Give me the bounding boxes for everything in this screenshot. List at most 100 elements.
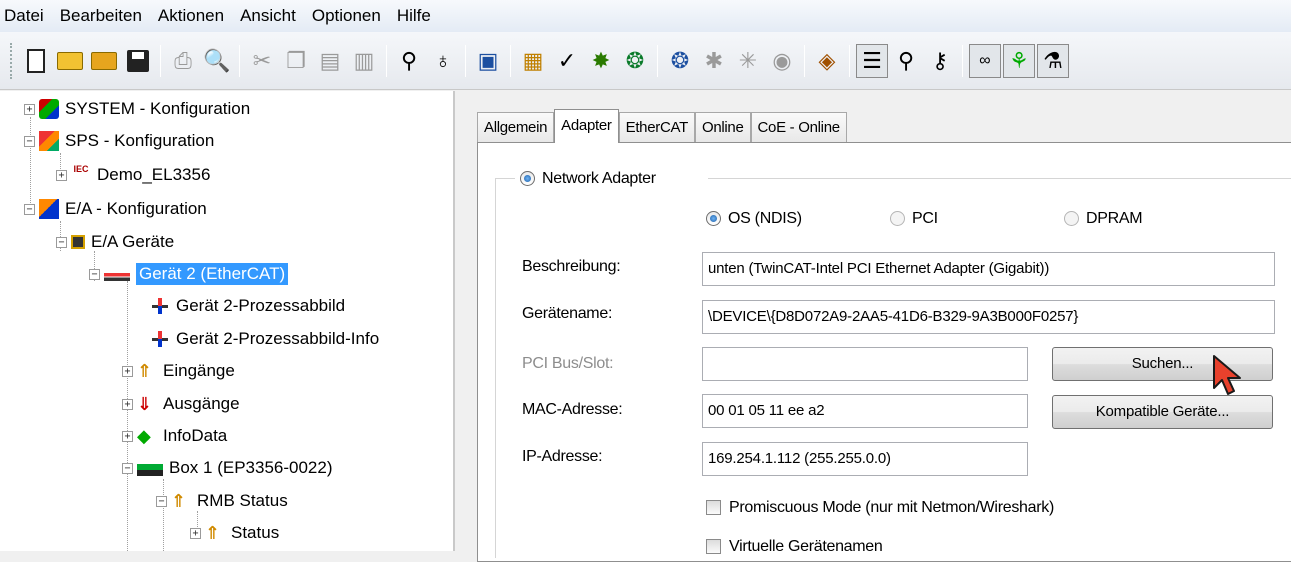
open-remote-icon[interactable] <box>88 44 120 78</box>
menu-hilfe[interactable]: Hilfe <box>389 0 439 32</box>
os-ndis-radio[interactable]: OS (NDIS) <box>706 208 802 228</box>
tree-item-label: Ausgänge <box>163 394 240 413</box>
process-image-info-icon <box>150 329 170 349</box>
kompatible-geraete-button[interactable]: Kompatible Geräte... <box>1052 395 1273 429</box>
toolbar-separator <box>239 44 240 77</box>
show-online-data-icon[interactable]: ∞ <box>969 43 1001 78</box>
tree-item-sps[interactable]: − SPS - Konfiguration <box>24 125 214 157</box>
pci-label: PCI <box>912 210 938 227</box>
collapse-icon[interactable]: − <box>89 268 100 280</box>
tab-ethercat[interactable]: EtherCAT <box>618 112 695 142</box>
tree-item-rmb-status[interactable]: − ⇑ RMB Status <box>156 485 288 517</box>
pci-bus-slot-field[interactable] <box>702 347 1028 381</box>
toolbar-separator <box>804 44 805 77</box>
geraetename-label: Gerätename: <box>522 305 613 322</box>
print-preview-icon[interactable]: 🔍 <box>201 44 233 78</box>
print-icon[interactable]: ⎙ <box>167 44 199 78</box>
config-mode-icon[interactable]: ❂ <box>664 44 696 78</box>
virtuelle-geraetenamen-checkbox[interactable]: Virtuelle Gerätenamen <box>706 536 883 556</box>
tree-item-box1[interactable]: − Box 1 (EP3356-0022) <box>122 452 333 484</box>
tree-item-system[interactable]: + SYSTEM - Konfiguration <box>24 93 250 125</box>
show-io-icon[interactable]: ⚗ <box>1037 43 1069 78</box>
tree-item-ea-geraete[interactable]: − E/A Geräte <box>56 226 174 258</box>
online-view-icon[interactable]: ◉ <box>766 44 798 78</box>
toolbar-separator <box>962 44 963 77</box>
group-frame <box>495 178 515 558</box>
tab-online[interactable]: Online <box>694 112 751 142</box>
expand-icon[interactable]: + <box>24 103 35 115</box>
expand-icon[interactable]: + <box>190 527 201 539</box>
tree-item-label: Eingänge <box>163 361 235 380</box>
tree-item-status[interactable]: + ⇑ Status <box>190 517 279 549</box>
menu-ansicht[interactable]: Ansicht <box>232 0 304 32</box>
radio-indicator <box>706 211 721 227</box>
new-file-icon[interactable] <box>20 44 52 78</box>
collapse-icon[interactable]: − <box>24 135 35 147</box>
expand-icon[interactable]: + <box>122 365 133 377</box>
collapse-icon[interactable]: − <box>56 236 67 248</box>
restart-tc-icon[interactable]: ❂ <box>619 44 651 78</box>
cut-icon[interactable]: ✂ <box>246 44 278 78</box>
expand-icon[interactable]: + <box>122 398 133 410</box>
toolbar-grip[interactable] <box>10 42 13 79</box>
mouse-icon[interactable]: ♁ <box>427 44 459 78</box>
mac-adresse-field[interactable]: 00 01 05 11 ee a2 <box>702 394 1028 428</box>
help-index-icon[interactable]: ⚷ <box>924 44 956 78</box>
tab-allgemein[interactable]: Allgemein <box>477 112 555 142</box>
toolbar-separator <box>510 44 511 77</box>
paste-with-links-icon[interactable]: ▥ <box>348 44 380 78</box>
menu-optionen[interactable]: Optionen <box>304 0 389 32</box>
tree-item-infodata[interactable]: + ◆ InfoData <box>122 420 227 452</box>
tree-item-demo[interactable]: + IEC Demo_EL3356 <box>56 159 210 191</box>
collapse-icon[interactable]: − <box>156 495 167 507</box>
open-file-icon[interactable] <box>54 44 86 78</box>
generate-mappings-icon[interactable]: ▦ <box>517 44 549 78</box>
tree-item-ausgaenge[interactable]: + ⇓ Ausgänge <box>122 388 240 420</box>
zoom-icon[interactable]: ⚲ <box>890 44 922 78</box>
tree-item-ea-konfiguration[interactable]: − E/A - Konfiguration <box>24 193 207 225</box>
pci-radio[interactable]: PCI <box>890 208 938 228</box>
promiscuous-mode-label: Promiscuous Mode (nur mit Netmon/Wiresha… <box>729 499 1054 516</box>
expand-icon[interactable]: + <box>122 430 133 442</box>
plc-icon <box>39 131 59 151</box>
check-configuration-icon[interactable]: ✓ <box>551 44 583 78</box>
menu-aktionen[interactable]: Aktionen <box>150 0 232 32</box>
copy-icon[interactable]: ❐ <box>280 44 312 78</box>
tab-adapter[interactable]: Adapter <box>554 109 619 143</box>
infodata-icon: ◆ <box>137 426 151 446</box>
scan-devices-icon[interactable]: ✱ <box>698 44 730 78</box>
radio-indicator <box>890 211 905 227</box>
tree-item-prozessabbild-info[interactable]: Gerät 2-Prozessabbild-Info <box>150 323 379 355</box>
expand-icon[interactable]: + <box>56 169 67 181</box>
activate-configuration-icon[interactable]: ✸ <box>585 44 617 78</box>
radio-indicator <box>520 171 535 187</box>
save-icon[interactable] <box>122 44 154 78</box>
collapse-icon[interactable]: − <box>24 203 35 215</box>
tree-item-prozessabbild[interactable]: Gerät 2-Prozessabbild <box>150 290 345 322</box>
free-run-icon[interactable]: ✳ <box>732 44 764 78</box>
inputs-icon: ⇑ <box>205 523 221 543</box>
tree-item-geraet2[interactable]: − Gerät 2 (EtherCAT) <box>89 258 289 290</box>
dpram-radio[interactable]: DPRAM <box>1064 208 1143 228</box>
find-icon[interactable]: ⚲ <box>393 44 425 78</box>
collapse-icon[interactable]: − <box>122 462 133 474</box>
geraetename-field[interactable]: \DEVICE\{D8D072A9-2AA5-41D6-B329-9A3B000… <box>702 300 1275 334</box>
network-adapter-radio[interactable]: Network Adapter <box>520 168 656 188</box>
show-list-icon[interactable]: ☰ <box>856 43 888 78</box>
network-adapter-label: Network Adapter <box>542 170 656 187</box>
ip-adresse-label: IP-Adresse: <box>522 448 603 465</box>
menu-datei[interactable]: Datei <box>0 0 52 32</box>
tab-coe-online[interactable]: CoE - Online <box>750 112 847 142</box>
show-signals-icon[interactable]: ⚘ <box>1003 43 1035 78</box>
paste-icon[interactable]: ▤ <box>314 44 346 78</box>
add-device-icon[interactable]: ◈ <box>811 44 843 78</box>
beschreibung-field[interactable]: unten (TwinCAT-Intel PCI Ethernet Adapte… <box>702 252 1275 286</box>
menu-bearbeiten[interactable]: Bearbeiten <box>52 0 150 32</box>
promiscuous-mode-checkbox[interactable]: Promiscuous Mode (nur mit Netmon/Wiresha… <box>706 497 1054 517</box>
inputs-icon: ⇑ <box>171 491 187 511</box>
ip-adresse-field[interactable]: 169.254.1.112 (255.255.0.0) <box>702 442 1028 476</box>
target-system-icon[interactable]: ▣ <box>472 44 504 78</box>
tree-item-label: InfoData <box>163 426 228 445</box>
menu-bar: Datei Bearbeiten Aktionen Ansicht Option… <box>0 0 1291 32</box>
tree-item-eingaenge[interactable]: + ⇑ Eingänge <box>122 355 235 387</box>
